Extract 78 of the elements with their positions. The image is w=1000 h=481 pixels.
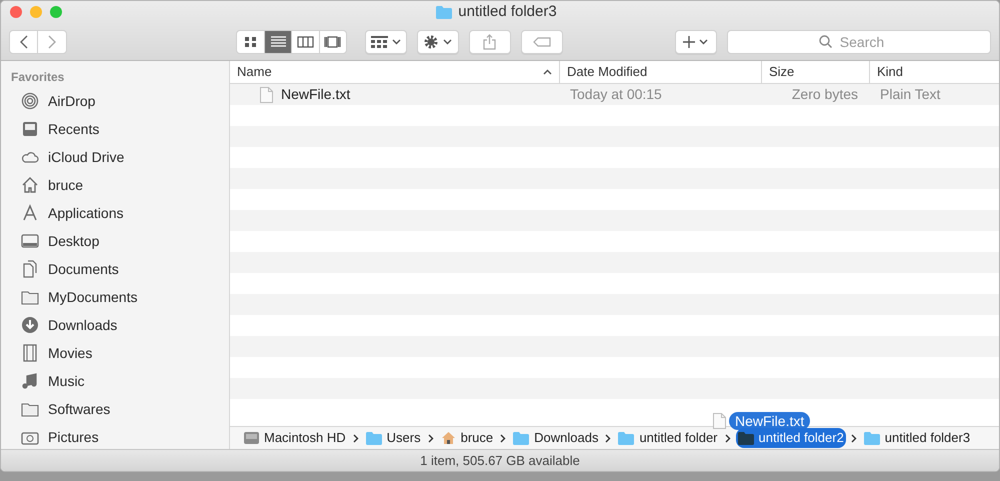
- path-item[interactable]: Macintosh HD: [242, 428, 348, 448]
- column-header[interactable]: Kind: [870, 61, 999, 83]
- chevron-right-icon: [48, 34, 56, 48]
- desktop-icon: [21, 232, 39, 250]
- path-item[interactable]: untitled folder2: [736, 428, 846, 448]
- folder-icon: [864, 432, 880, 444]
- sidebar-item[interactable]: Desktop: [1, 227, 229, 255]
- action-button[interactable]: [416, 30, 459, 54]
- path-item[interactable]: untitled folder3: [862, 428, 972, 448]
- arrange-button[interactable]: [364, 30, 407, 54]
- caret-icon: [699, 38, 708, 44]
- folder-icon: [436, 6, 452, 18]
- house-icon: [21, 176, 39, 194]
- sidebar-item[interactable]: Downloads: [1, 311, 229, 339]
- view-mode-control[interactable]: [236, 30, 347, 54]
- column-header[interactable]: Name: [230, 61, 560, 83]
- path-item[interactable]: bruce: [438, 428, 496, 448]
- search-field[interactable]: Search: [726, 30, 991, 54]
- sidebar-item[interactable]: AirDrop: [1, 87, 229, 115]
- path-item[interactable]: untitled folder: [616, 428, 720, 448]
- list-view-icon: [270, 34, 287, 50]
- gallery-view-icon: [324, 34, 342, 50]
- plus-icon: [683, 36, 696, 48]
- list-view-button[interactable]: [264, 30, 292, 52]
- file-row[interactable]: NewFile.txt Today at 00:15 Zero bytes Plain Text: [230, 84, 999, 105]
- sidebar-item[interactable]: Documents: [1, 255, 229, 283]
- house-icon: [440, 431, 456, 445]
- dragged-file: NewFile.txt: [713, 412, 810, 430]
- path-item[interactable]: Users: [364, 428, 423, 448]
- column-view-icon: [296, 34, 314, 50]
- applications-icon: [21, 204, 39, 222]
- sidebar-item[interactable]: bruce: [1, 171, 229, 199]
- folder-icon: [513, 432, 530, 444]
- folder-icon: [618, 432, 634, 444]
- chevron-right-icon: [850, 434, 857, 442]
- download-icon: [21, 316, 39, 334]
- sidebar-item[interactable]: Pictures: [1, 423, 229, 449]
- path-item[interactable]: Downloads: [511, 428, 600, 448]
- column-header[interactable]: Size: [762, 61, 870, 83]
- sidebar-item[interactable]: Softwares: [1, 395, 229, 423]
- file-size: Zero bytes: [792, 85, 858, 104]
- folder-icon: [738, 432, 754, 444]
- window-title: untitled folder3: [458, 2, 557, 22]
- music-note-icon: [21, 372, 39, 390]
- share-icon: [483, 34, 496, 50]
- chevron-right-icon: [724, 434, 731, 442]
- caret-icon: [443, 38, 452, 44]
- sidebar-item[interactable]: Applications: [1, 199, 229, 227]
- airdrop-icon: [21, 92, 39, 110]
- file-kind: Plain Text: [880, 86, 940, 102]
- search-icon: [818, 34, 832, 48]
- sort-ascending-icon: [543, 69, 552, 75]
- grid-icon: [370, 36, 388, 48]
- chevron-left-icon: [20, 34, 28, 48]
- column-header[interactable]: Date Modified: [560, 61, 762, 83]
- chevron-right-icon: [352, 434, 359, 442]
- caret-icon: [392, 38, 401, 44]
- file-name: NewFile.txt: [281, 85, 350, 104]
- document-icon: [260, 86, 273, 102]
- add-button[interactable]: [674, 30, 717, 54]
- tag-icon: [532, 36, 551, 46]
- sidebar-item[interactable]: MyDocuments: [1, 283, 229, 311]
- documents-icon: [21, 260, 39, 278]
- sidebar-item[interactable]: iCloud Drive: [1, 143, 229, 171]
- chevron-right-icon: [605, 434, 612, 442]
- film-icon: [21, 344, 39, 362]
- date-modified: Today at 00:15: [570, 86, 662, 102]
- status-bar: 1 item, 505.67 GB available: [1, 449, 999, 471]
- sidebar-item[interactable]: Recents: [1, 115, 229, 143]
- gear-icon: [423, 34, 440, 50]
- sidebar-item[interactable]: Music: [1, 367, 229, 395]
- chevron-right-icon: [428, 434, 434, 442]
- sidebar-heading: Favorites: [10, 70, 66, 84]
- inbox-icon: [21, 120, 39, 138]
- close-button[interactable]: [10, 6, 22, 18]
- folder-icon: [366, 432, 382, 444]
- sidebar-item[interactable]: Movies: [1, 339, 229, 367]
- chevron-right-icon: [500, 434, 506, 442]
